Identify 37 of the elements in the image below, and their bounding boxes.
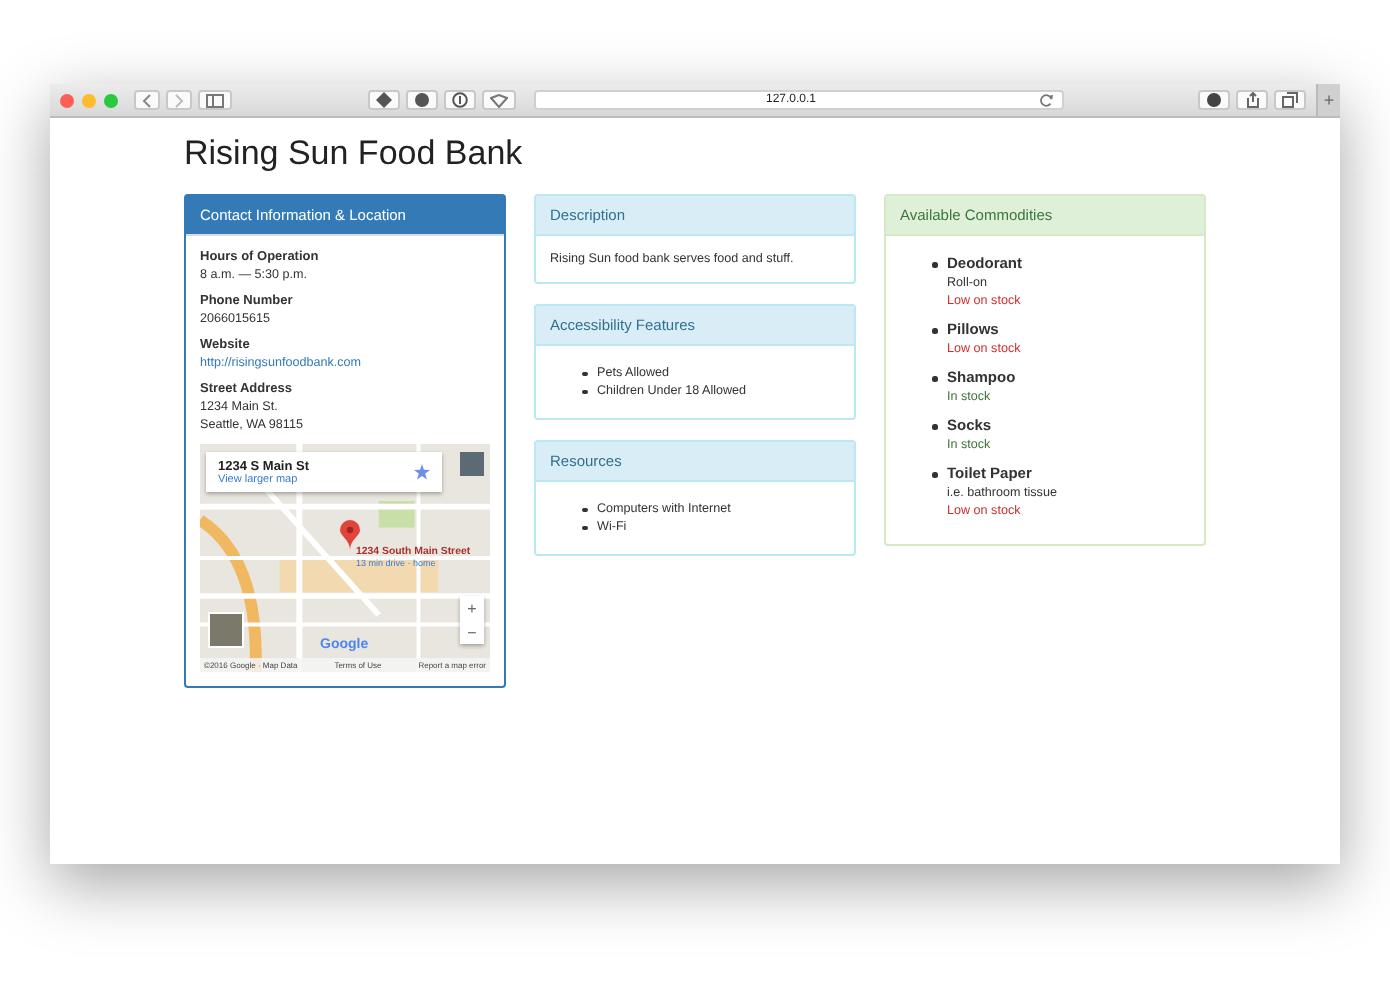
bullet-icon — [932, 424, 937, 429]
share-icon[interactable] — [1245, 92, 1259, 108]
diamond-icon[interactable] — [375, 92, 391, 108]
info-icon[interactable] — [451, 92, 467, 108]
satellite-toggle-button[interactable] — [208, 612, 244, 648]
bullet-icon — [932, 472, 937, 477]
info-button[interactable] — [443, 90, 475, 110]
tabs-icon[interactable] — [1282, 92, 1298, 108]
extension-button[interactable] — [405, 90, 437, 110]
circle-icon[interactable] — [413, 92, 429, 108]
download-icon[interactable] — [1206, 92, 1222, 108]
back-icon[interactable] — [142, 93, 152, 107]
sidebar-icon[interactable] — [206, 93, 224, 107]
reload-icon[interactable] — [1039, 93, 1053, 107]
sidebar-button[interactable] — [198, 90, 232, 110]
tabs-button[interactable] — [1274, 90, 1306, 110]
page-title: Rising Sun Food Bank — [184, 134, 525, 174]
close-button[interactable] — [60, 93, 74, 107]
shield-icon[interactable] — [489, 93, 507, 107]
zoom-in-button[interactable]: + — [460, 596, 484, 620]
bullet-icon — [582, 507, 587, 512]
extension-button[interactable] — [367, 90, 399, 110]
back-button[interactable] — [134, 90, 160, 110]
zoom-out-button[interactable]: − — [460, 620, 484, 644]
bullet-icon — [932, 328, 937, 333]
star-icon[interactable] — [414, 464, 430, 480]
map-pin-icon — [340, 520, 360, 550]
bullet-icon — [932, 376, 937, 381]
bullet-icon — [932, 262, 937, 267]
share-button[interactable] — [1236, 90, 1268, 110]
new-tab-button[interactable]: + — [1316, 84, 1340, 116]
bullet-icon — [582, 371, 587, 376]
download-button[interactable] — [1198, 90, 1230, 110]
bullet-icon — [582, 389, 587, 394]
extension-button[interactable] — [481, 90, 515, 110]
bullet-icon — [582, 525, 587, 530]
photo-placeholder — [460, 452, 484, 476]
